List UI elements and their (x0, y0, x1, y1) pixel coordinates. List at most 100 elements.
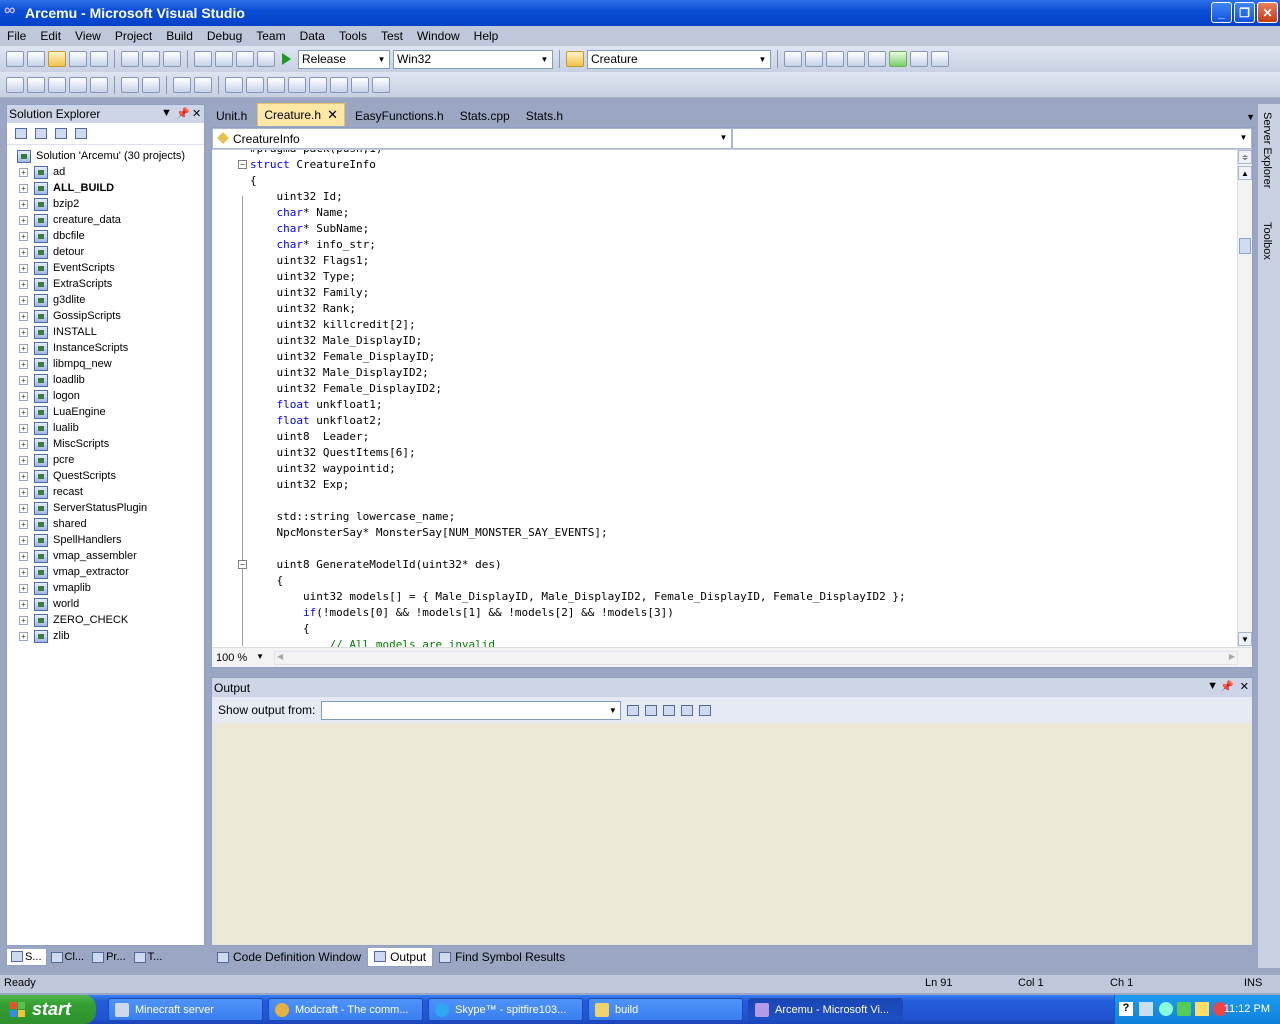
minimize-button[interactable]: _ (1211, 2, 1232, 23)
toggle-bookmark-icon[interactable] (225, 76, 243, 93)
close-tab-icon[interactable]: ✕ (327, 107, 338, 123)
expand-icon[interactable]: + (19, 343, 28, 353)
extension-manager-icon[interactable] (910, 51, 928, 67)
open-file-icon[interactable] (48, 51, 66, 67)
project-node[interactable]: + QuestScripts (7, 468, 204, 484)
find-combo[interactable]: Creature ▼ (587, 49, 771, 69)
scroll-down-icon[interactable]: ▼ (1238, 632, 1252, 646)
menu-window[interactable]: Window (410, 29, 467, 43)
next-bookmark-doc-icon[interactable] (351, 76, 369, 93)
previous-bookmark-icon[interactable] (246, 76, 264, 93)
project-node[interactable]: + LuaEngine (7, 404, 204, 420)
menu-debug[interactable]: Debug (200, 29, 249, 43)
comment-icon[interactable] (173, 76, 191, 93)
project-node[interactable]: + loadlib (7, 372, 204, 388)
project-node[interactable]: + creature_data (7, 212, 204, 228)
project-node[interactable]: + pcre (7, 452, 204, 468)
menu-build[interactable]: Build (159, 29, 200, 43)
new-project-icon[interactable] (6, 51, 24, 67)
expand-icon[interactable]: + (19, 599, 28, 609)
word-wrap-icon[interactable] (699, 704, 712, 716)
display-members-icon[interactable] (6, 76, 24, 93)
split-icon[interactable]: ≑ (1238, 150, 1252, 164)
start-page-icon[interactable] (889, 51, 907, 67)
clear-all-icon[interactable] (681, 704, 694, 716)
project-node[interactable]: + EventScripts (7, 260, 204, 276)
tab-unit-h[interactable]: Unit.h (210, 106, 253, 126)
expand-icon[interactable]: + (19, 583, 28, 593)
expand-icon[interactable]: + (19, 391, 28, 401)
cut-icon[interactable] (121, 51, 139, 67)
task-build-folder[interactable]: build (588, 998, 743, 1021)
tab-stats-cpp[interactable]: Stats.cpp (454, 106, 516, 126)
scroll-right-icon[interactable]: ▶ (1229, 652, 1235, 661)
tab-property-manager[interactable]: Pr... (88, 949, 130, 965)
project-node[interactable]: + InstanceScripts (7, 340, 204, 356)
undo-icon[interactable] (194, 51, 212, 67)
paste-icon[interactable] (163, 51, 181, 67)
tab-class-view[interactable]: Cl... (47, 949, 89, 965)
output-source-dropdown[interactable]: ▼ (321, 700, 622, 720)
active-files-icon[interactable]: ▼ (1246, 112, 1255, 126)
members-dropdown[interactable]: ▼ (732, 128, 1252, 149)
update-icon[interactable] (1159, 1002, 1173, 1016)
project-node[interactable]: + vmap_assembler (7, 548, 204, 564)
network-icon[interactable] (1139, 1002, 1153, 1016)
task-modcraft[interactable]: Modcraft - The comm... (268, 998, 423, 1021)
window-position-icon[interactable]: ▼ (161, 107, 172, 119)
expand-icon[interactable]: + (19, 167, 28, 177)
menu-data[interactable]: Data (293, 29, 332, 43)
show-all-files-icon[interactable] (35, 128, 47, 139)
scroll-thumb[interactable] (1239, 238, 1251, 254)
help-icon[interactable]: ? (1119, 1002, 1133, 1016)
tools-icon[interactable] (868, 51, 886, 67)
project-node[interactable]: + ZERO_CHECK (7, 612, 204, 628)
save-all-icon[interactable] (90, 51, 108, 67)
close-button[interactable]: ✕ (1257, 2, 1278, 23)
toolbox-icon[interactable] (847, 51, 865, 67)
properties-icon[interactable] (805, 51, 823, 67)
find-in-files-icon[interactable] (566, 51, 584, 67)
project-node[interactable]: + recast (7, 484, 204, 500)
security-icon[interactable] (1177, 1002, 1191, 1016)
project-node[interactable]: + g3dlite (7, 292, 204, 308)
expand-icon[interactable]: + (19, 279, 28, 289)
add-item-icon[interactable] (27, 51, 45, 67)
solution-configuration-dropdown[interactable]: Release ▼ (298, 49, 390, 69)
view-class-diagram-icon[interactable] (75, 128, 87, 139)
project-node[interactable]: + vmaplib (7, 580, 204, 596)
zoom-dropdown[interactable]: 100 % ▼ (212, 652, 270, 664)
tab-creature-h[interactable]: Creature.h ✕ (257, 103, 345, 126)
decrease-indent-icon[interactable] (121, 76, 139, 93)
start-debugging-icon[interactable] (282, 53, 291, 65)
project-node[interactable]: + MiscScripts (7, 436, 204, 452)
solution-explorer-icon[interactable] (784, 51, 802, 67)
expand-icon[interactable]: + (19, 615, 28, 625)
expand-icon[interactable]: + (19, 535, 28, 545)
project-node[interactable]: + world (7, 596, 204, 612)
expand-icon[interactable]: + (19, 231, 28, 241)
project-node[interactable]: + detour (7, 244, 204, 260)
vertical-scrollbar[interactable]: ≑ ▲ ▼ (1237, 150, 1252, 648)
task-visual-studio[interactable]: Arcemu - Microsoft Vi... (748, 998, 903, 1021)
project-node[interactable]: + ExtraScripts (7, 276, 204, 292)
clear-bookmarks-icon[interactable] (372, 76, 390, 93)
task-minecraft-server[interactable]: Minecraft server (108, 998, 263, 1021)
complete-word-icon[interactable] (69, 76, 87, 93)
close-icon[interactable]: ✕ (1240, 680, 1249, 693)
project-node[interactable]: + vmap_extractor (7, 564, 204, 580)
project-node[interactable]: + ad (7, 164, 204, 180)
solution-platform-dropdown[interactable]: Win32 ▼ (393, 49, 553, 69)
expand-icon[interactable]: + (19, 327, 28, 337)
expand-icon[interactable]: + (19, 423, 28, 433)
expand-icon[interactable]: + (19, 247, 28, 257)
list-icon[interactable] (90, 76, 108, 93)
scroll-left-icon[interactable]: ◀ (277, 652, 283, 661)
expand-icon[interactable]: + (19, 215, 28, 225)
expand-icon[interactable]: + (19, 375, 28, 385)
menu-project[interactable]: Project (108, 29, 159, 43)
solution-root[interactable]: Solution 'Arcemu' (30 projects) (7, 148, 204, 164)
project-node[interactable]: + INSTALL (7, 324, 204, 340)
toolbox-tab[interactable]: Toolbox (1261, 222, 1273, 260)
project-node[interactable]: + GossipScripts (7, 308, 204, 324)
